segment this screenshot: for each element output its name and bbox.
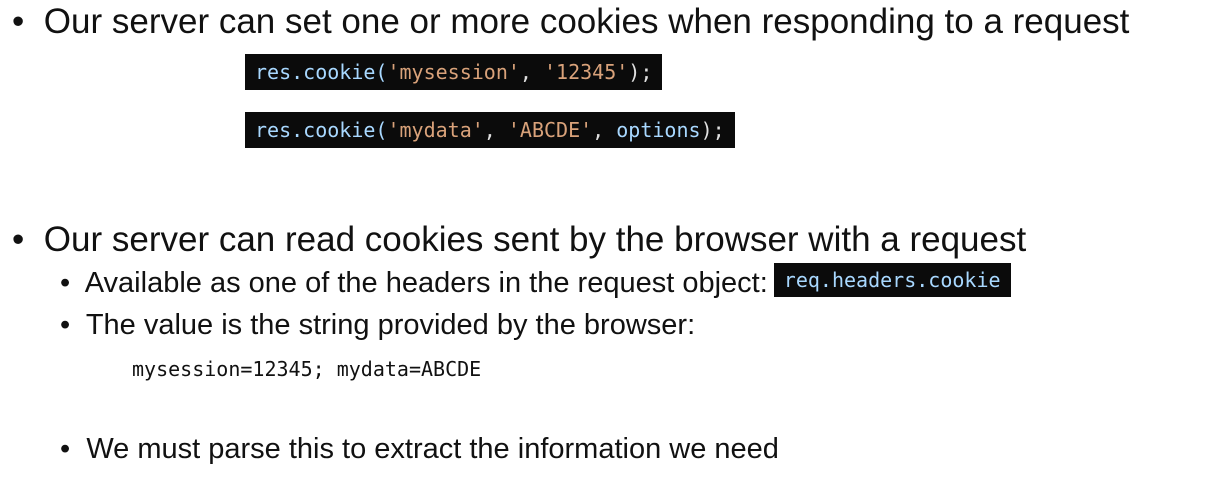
bullet-marker: • xyxy=(12,220,25,259)
inline-code-req-headers-cookie: req.headers.cookie xyxy=(773,263,1011,298)
bullet-marker: • xyxy=(12,2,25,41)
sub-bullet-text: The value is the string provided by the … xyxy=(85,309,696,341)
code-fn: res.cookie( xyxy=(255,118,388,142)
code-string: 'ABCDE' xyxy=(507,118,593,142)
sub-bullet-parse: • We must parse this to extract the info… xyxy=(60,432,779,466)
bullet-read-cookies: • Our server can read cookies sent by th… xyxy=(12,220,1026,260)
code-punctuation: , xyxy=(483,118,508,142)
code-punctuation: , xyxy=(519,60,544,84)
code-block-res-cookie-mysession: res.cookie('mysession', '12345'); xyxy=(245,54,663,90)
bullet-set-cookies: • Our server can set one or more cookies… xyxy=(12,2,1129,42)
code-string: 'mysession' xyxy=(387,60,520,84)
code-string: '12345' xyxy=(544,60,629,84)
code-punctuation: , xyxy=(592,118,617,142)
sub-bullet-marker: • xyxy=(60,267,71,299)
cookie-string-example: mysession=12345; mydata=ABCDE xyxy=(132,357,482,381)
bullet-text: Our server can set one or more cookies w… xyxy=(43,2,1130,41)
code-block-res-cookie-mydata: res.cookie('mydata', 'ABCDE', options); xyxy=(245,112,735,148)
code-punctuation: ); xyxy=(700,118,725,142)
sub-bullet-text: Available as one of the headers in the r… xyxy=(84,267,768,299)
bullet-text: Our server can read cookies sent by the … xyxy=(43,220,1027,259)
sub-bullet-marker: • xyxy=(60,309,71,341)
code-string: 'mydata' xyxy=(387,118,484,142)
code-fn: res.cookie( xyxy=(255,60,388,84)
code-identifier: options xyxy=(616,118,701,142)
sub-bullet-headers: • Available as one of the headers in the… xyxy=(60,263,1011,301)
sub-bullet-marker: • xyxy=(60,433,71,465)
sub-bullet-text: We must parse this to extract the inform… xyxy=(86,433,779,465)
code-punctuation: ); xyxy=(628,60,653,84)
sub-bullet-value: • The value is the string provided by th… xyxy=(60,308,695,342)
